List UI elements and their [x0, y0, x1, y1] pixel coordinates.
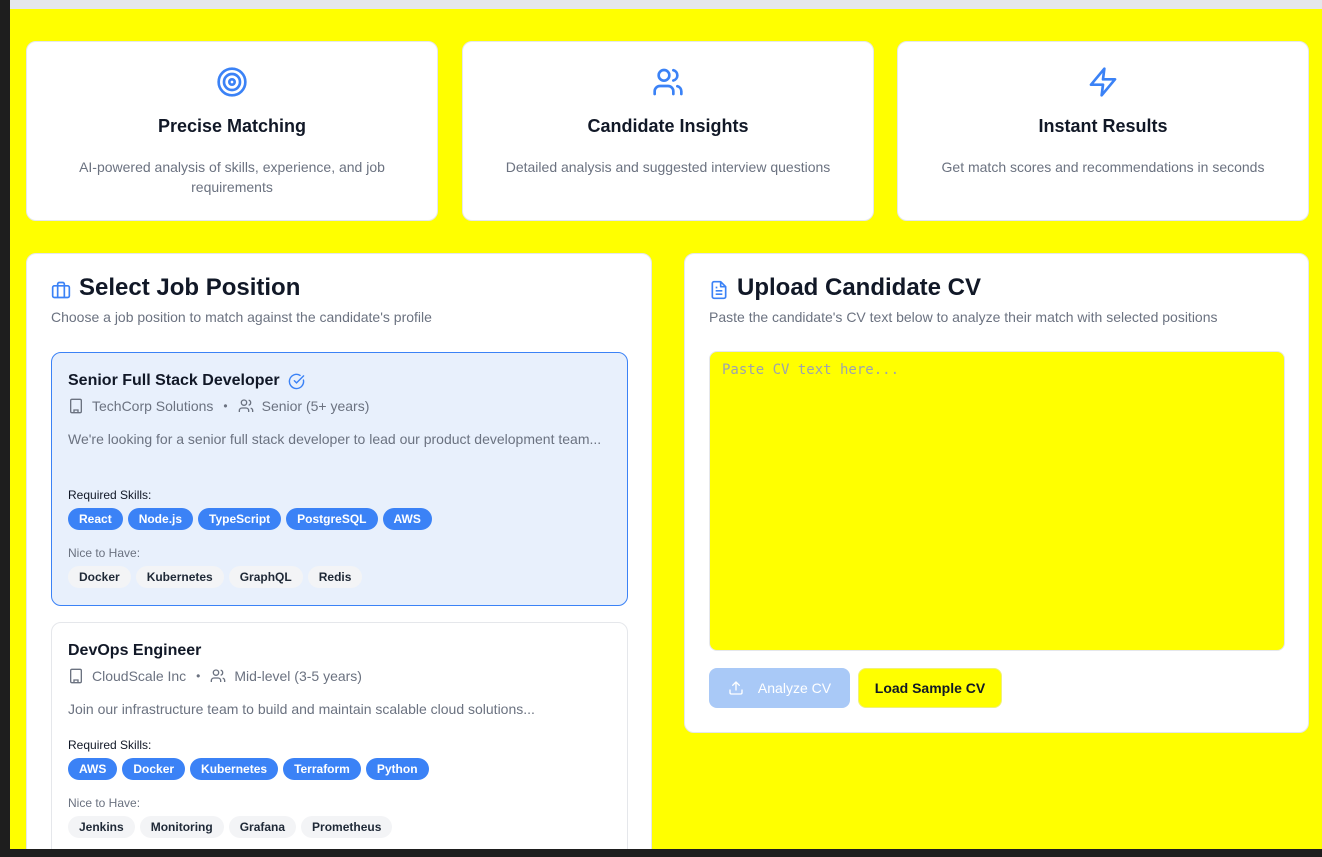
separator-dot: •: [223, 399, 228, 413]
job-card-devops-engineer[interactable]: DevOps Engineer CloudScale Inc • Mid-lev…: [51, 622, 628, 849]
app-frame: Precise Matching AI-powered analysis of …: [10, 0, 1322, 849]
nice-to-have-label: Nice to Have:: [68, 546, 141, 560]
feature-card-candidate-insights: Candidate Insights Detailed analysis and…: [462, 41, 874, 221]
feature-card-instant-results: Instant Results Get match scores and rec…: [897, 41, 1309, 221]
nice-to-have-label: Nice to Have:: [68, 796, 141, 810]
required-skills-list: React Node.js TypeScript PostgreSQL AWS: [68, 508, 432, 530]
skill-tag: Redis: [307, 566, 363, 588]
skill-tag: PostgreSQL: [286, 508, 378, 530]
cv-upload-panel: Upload Candidate CV Paste the candidate'…: [684, 253, 1309, 733]
panel-title: Select Job Position: [79, 274, 301, 301]
required-skills-label: Required Skills:: [68, 488, 152, 502]
required-skills-list: AWS Docker Kubernetes Terraform Python: [68, 758, 429, 780]
skill-tag: Docker: [68, 566, 131, 588]
skill-tag: Python: [365, 758, 429, 780]
file-text-icon: [711, 280, 727, 300]
separator-dot: •: [196, 669, 201, 683]
lightning-icon: [1089, 67, 1117, 97]
feature-card-precise-matching: Precise Matching AI-powered analysis of …: [26, 41, 438, 221]
job-title: Senior Full Stack Developer: [68, 372, 280, 389]
job-meta: TechCorp Solutions • Senior (5+ years): [68, 398, 369, 414]
job-company: CloudScale Inc: [92, 668, 187, 684]
skill-tag: Node.js: [127, 508, 194, 530]
upload-icon: [729, 681, 743, 695]
panel-subtitle: Paste the candidate's CV text below to a…: [709, 309, 1218, 325]
skill-tag: GraphQL: [228, 566, 303, 588]
target-icon: [217, 67, 247, 97]
load-sample-cv-button[interactable]: Load Sample CV: [858, 668, 1002, 708]
cv-text-input[interactable]: [709, 351, 1285, 651]
header-strip: [10, 0, 1322, 9]
skill-tag: Grafana: [228, 816, 297, 838]
skill-tag: Jenkins: [68, 816, 135, 838]
job-description: We're looking for a senior full stack de…: [68, 431, 602, 447]
job-title: DevOps Engineer: [68, 642, 202, 659]
panel-subtitle: Choose a job position to match against t…: [51, 309, 432, 325]
job-level: Senior (5+ years): [261, 398, 370, 414]
required-skills-label: Required Skills:: [68, 738, 152, 752]
feature-title: Instant Results: [1038, 116, 1168, 136]
feature-description: Get match scores and recommendations in …: [941, 159, 1265, 175]
briefcase-icon: [51, 281, 71, 299]
skill-tag: TypeScript: [198, 508, 282, 530]
job-meta: CloudScale Inc • Mid-level (3-5 years): [68, 668, 362, 684]
skill-tag: AWS: [68, 758, 118, 780]
skill-tag: Monitoring: [139, 816, 224, 838]
feature-title: Candidate Insights: [587, 116, 749, 136]
users-icon: [238, 399, 253, 412]
job-company: TechCorp Solutions: [92, 398, 214, 414]
nice-to-have-list: Jenkins Monitoring Grafana Prometheus: [68, 816, 393, 838]
skill-tag: Docker: [122, 758, 186, 780]
building-icon: [70, 398, 82, 414]
job-card-senior-full-stack-developer[interactable]: Senior Full Stack Developer TechCorp Sol…: [51, 352, 628, 606]
users-icon: [653, 68, 683, 96]
nice-to-have-list: Docker Kubernetes GraphQL Redis: [68, 566, 363, 588]
panel-title: Upload Candidate CV: [737, 274, 982, 301]
analyze-cv-button[interactable]: Analyze CV: [709, 668, 850, 708]
skill-tag: Prometheus: [301, 816, 393, 838]
job-selection-panel: Select Job Position Choose a job positio…: [26, 253, 652, 849]
feature-description: AI-powered analysis of skills, experienc…: [79, 159, 385, 195]
job-level: Mid-level (3-5 years): [234, 668, 362, 684]
skill-tag: Kubernetes: [190, 758, 279, 780]
skill-tag: React: [68, 508, 123, 530]
skill-tag: AWS: [382, 508, 432, 530]
check-circle-icon: [288, 373, 305, 390]
skill-tag: Terraform: [283, 758, 361, 780]
feature-title: Precise Matching: [157, 116, 307, 136]
skill-tag: Kubernetes: [135, 566, 224, 588]
building-icon: [70, 668, 82, 684]
analyze-cv-label: Analyze CV: [757, 680, 832, 696]
feature-description: Detailed analysis and suggested intervie…: [505, 159, 831, 175]
users-icon: [211, 669, 226, 682]
job-description: Join our infrastructure team to build an…: [68, 701, 535, 717]
